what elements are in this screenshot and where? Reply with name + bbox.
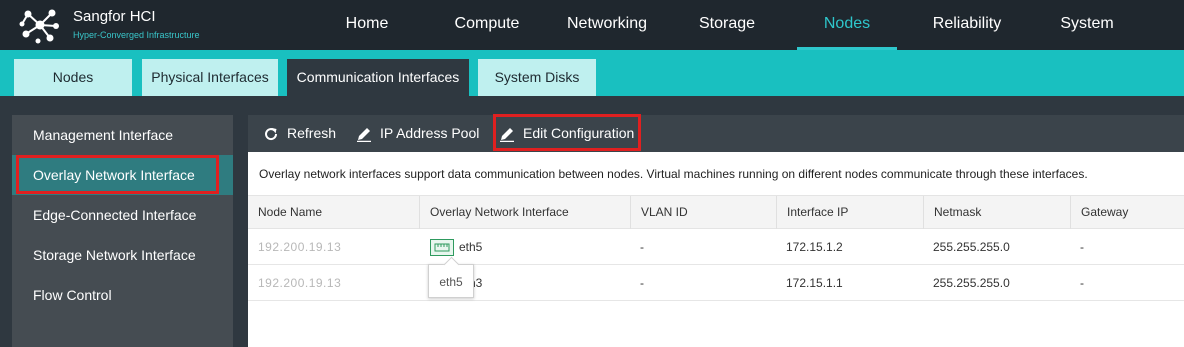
sidebar-item-management-interface[interactable]: Management Interface [12, 115, 233, 155]
refresh-button[interactable]: Refresh [263, 115, 353, 152]
tab-nodes[interactable]: Nodes [14, 59, 132, 96]
cell-vlan-id: - [640, 240, 644, 254]
column-header-interface-ip[interactable]: Interface IP [776, 196, 923, 229]
ip-address-pool-label: IP Address Pool [380, 125, 480, 141]
cell-node-name: 192.200.19.13 [258, 240, 342, 254]
table-row[interactable]: 192.200.19.13 eth5 - 172.15.1.2 255.255.… [248, 229, 1184, 265]
interface-type-sidebar: Management Interface Overlay Network Int… [12, 115, 233, 347]
column-header-overlay-network-interface[interactable]: Overlay Network Interface [419, 196, 630, 229]
sub-tab-bar: Nodes Physical Interfaces Communication … [0, 50, 1184, 96]
nav-compute[interactable]: Compute [441, 0, 533, 50]
table-row[interactable]: 192.200.19.13 eth3 - 172.15.1.1 255.255.… [248, 265, 1184, 301]
nav-nodes[interactable]: Nodes [797, 0, 897, 50]
highlight-edit-configuration [493, 114, 641, 151]
cell-vlan-id: - [640, 276, 644, 290]
cell-netmask: 255.255.255.0 [933, 276, 1010, 290]
interface-tooltip: eth5 [428, 264, 474, 298]
sidebar-item-flow-control[interactable]: Flow Control [12, 275, 233, 315]
sangfor-logo-icon [19, 9, 59, 44]
pencil-icon [357, 128, 371, 142]
toolbar: Refresh IP Address Pool Edit Configurati… [248, 115, 1184, 152]
ip-address-pool-button[interactable]: IP Address Pool [356, 115, 486, 152]
top-navigation-bar: Sangfor HCI Hyper-Converged Infrastructu… [0, 0, 1184, 50]
cell-interface-ip: 172.15.1.1 [786, 276, 843, 290]
refresh-icon [265, 128, 278, 141]
interfaces-content: Overlay network interfaces support data … [248, 152, 1184, 347]
column-header-netmask[interactable]: Netmask [923, 196, 1070, 229]
sidebar-item-storage-network-interface[interactable]: Storage Network Interface [12, 235, 233, 275]
brand-title: Sangfor HCI [73, 8, 156, 25]
tab-system-disks[interactable]: System Disks [478, 59, 596, 96]
refresh-label: Refresh [287, 125, 337, 141]
cell-gateway: - [1080, 240, 1084, 254]
sidebar-item-edge-connected-interface[interactable]: Edge-Connected Interface [12, 195, 233, 235]
cell-interface-ip: 172.15.1.2 [786, 240, 843, 254]
column-header-gateway[interactable]: Gateway [1070, 196, 1184, 229]
nav-networking[interactable]: Networking [560, 0, 654, 50]
highlight-overlay-network-interface [16, 155, 219, 194]
nav-system[interactable]: System [1046, 0, 1128, 50]
cell-netmask: 255.255.255.0 [933, 240, 1010, 254]
brand-subtitle: Hyper-Converged Infrastructure [73, 30, 200, 40]
table-header: Node Name Overlay Network Interface VLAN… [248, 195, 1184, 229]
cell-node-name: 192.200.19.13 [258, 276, 342, 290]
column-header-vlan-id[interactable]: VLAN ID [630, 196, 776, 229]
nav-storage[interactable]: Storage [684, 0, 770, 50]
tab-physical-interfaces[interactable]: Physical Interfaces [142, 59, 278, 96]
info-notice: Overlay network interfaces support data … [259, 167, 1088, 181]
nav-reliability[interactable]: Reliability [920, 0, 1014, 50]
tab-communication-interfaces[interactable]: Communication Interfaces [287, 59, 469, 96]
column-header-node-name[interactable]: Node Name [248, 196, 419, 229]
nav-home[interactable]: Home [322, 0, 412, 50]
cell-gateway: - [1080, 276, 1084, 290]
